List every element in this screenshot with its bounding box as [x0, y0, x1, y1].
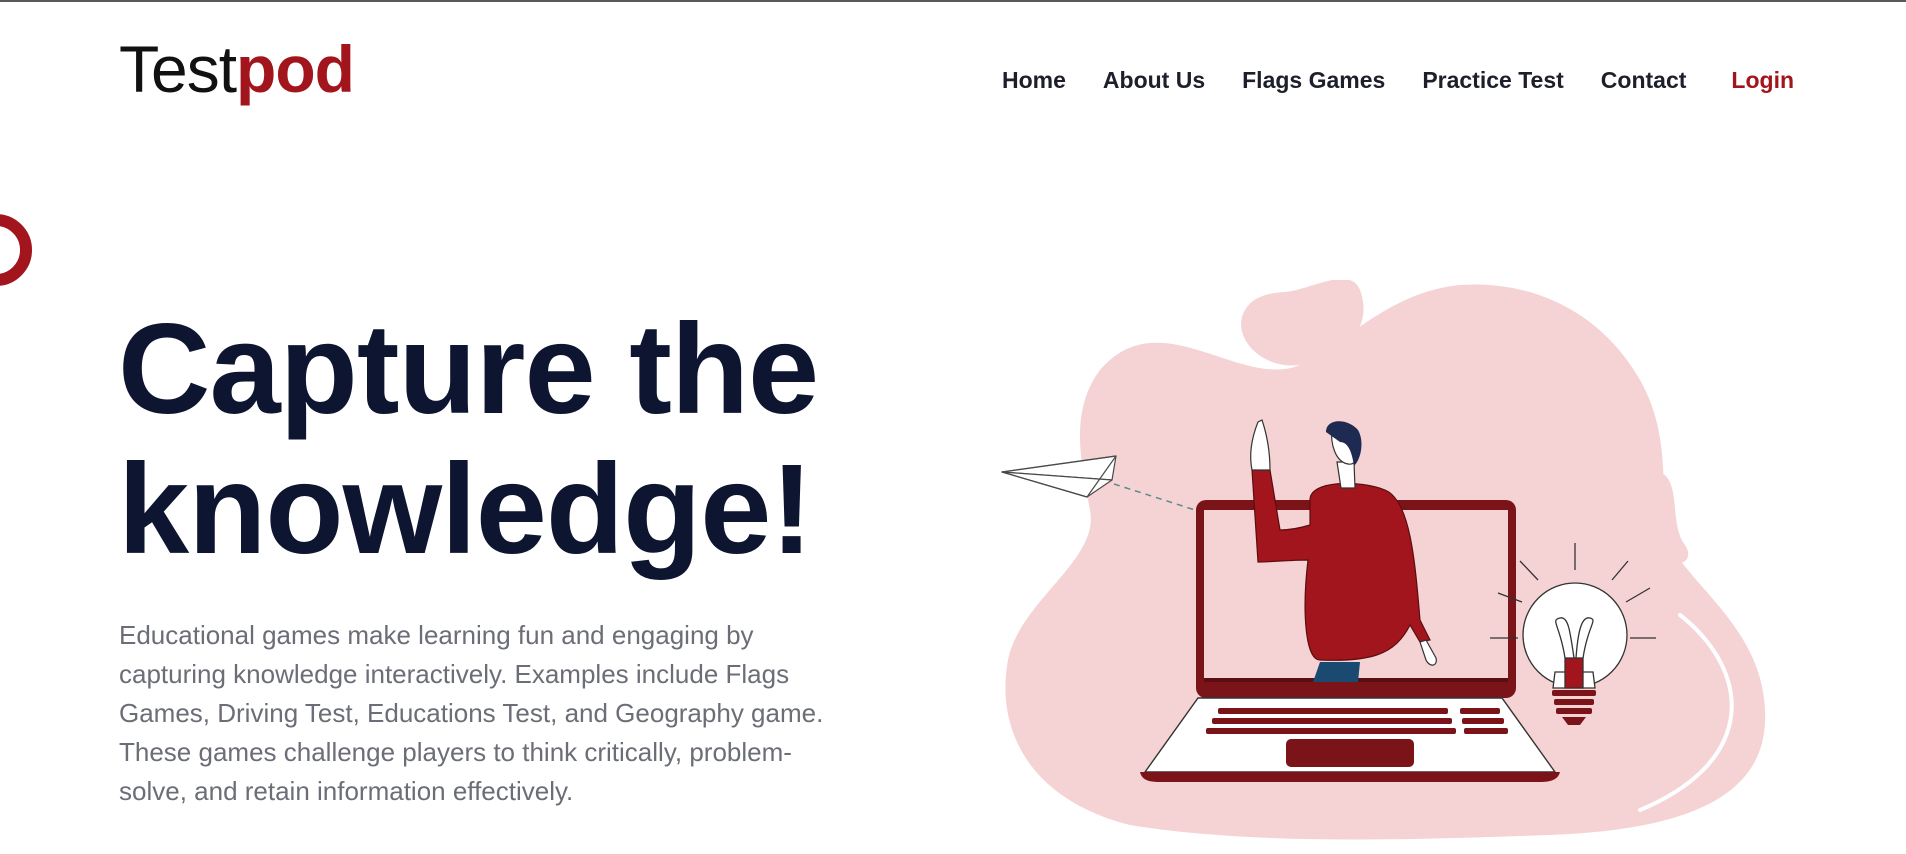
main-nav: Home About Us Flags Games Practice Test …	[1002, 64, 1794, 96]
nav-practice-test[interactable]: Practice Test	[1422, 64, 1563, 96]
nav-about-us[interactable]: About Us	[1103, 64, 1205, 96]
nav-contact[interactable]: Contact	[1601, 64, 1687, 96]
hero-title-line-1: Capture the	[118, 298, 819, 441]
logo-text-pod: pod	[236, 32, 355, 106]
top-border	[0, 0, 1906, 2]
nav-home[interactable]: Home	[1002, 64, 1066, 96]
hero-title-line-2: knowledge!	[118, 438, 813, 581]
hero-title: Capture the knowledge!	[118, 298, 819, 581]
hero-illustration	[1001, 280, 1766, 840]
logo[interactable]: Testpod	[119, 36, 355, 102]
hero-description: Educational games make learning fun and …	[119, 620, 824, 806]
logo-text-test: Test	[119, 32, 237, 106]
floating-ring-icon	[0, 214, 32, 286]
nav-login[interactable]: Login	[1731, 64, 1794, 96]
laptop-icon	[1140, 697, 1560, 782]
nav-flags-games[interactable]: Flags Games	[1242, 64, 1385, 96]
